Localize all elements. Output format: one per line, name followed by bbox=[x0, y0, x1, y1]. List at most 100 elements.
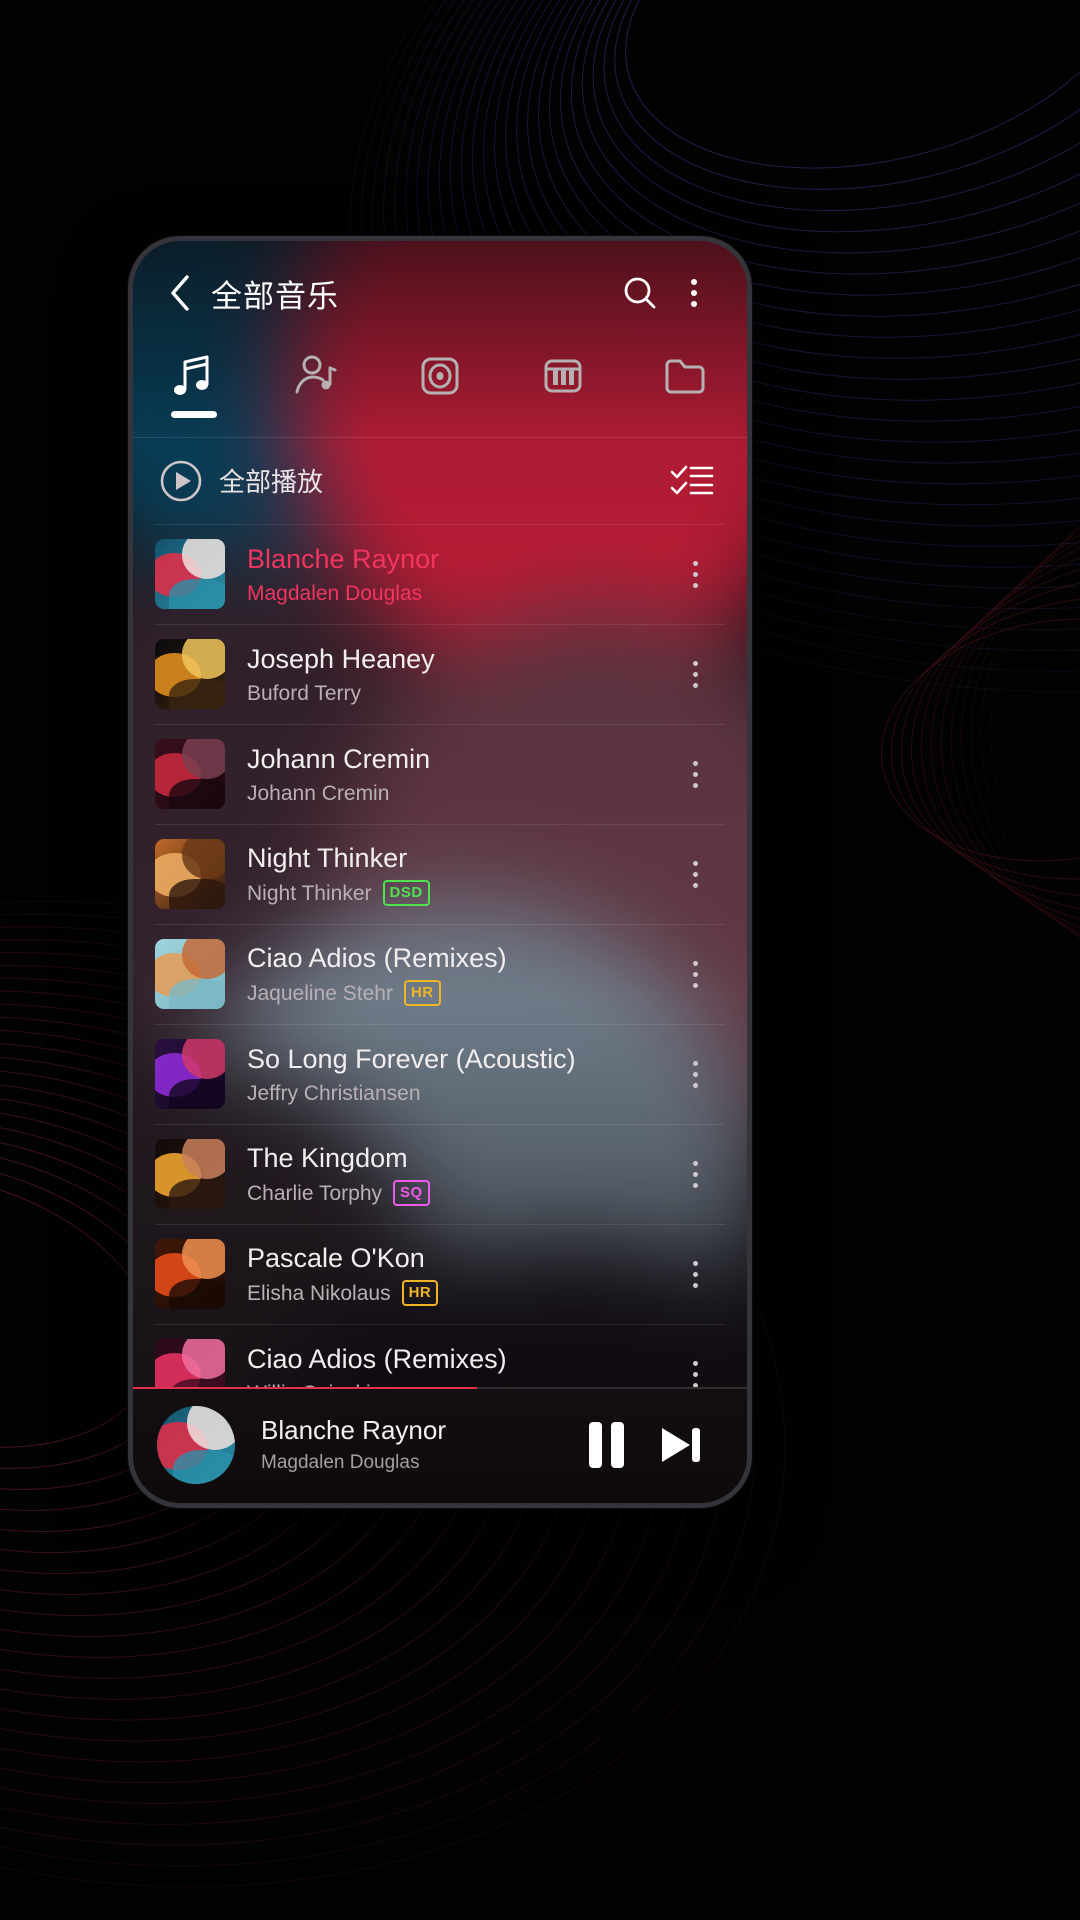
song-list-item[interactable]: Blanche Raynor Magdalen Douglas bbox=[133, 525, 747, 624]
artist-icon bbox=[295, 355, 337, 394]
song-meta: The Kingdom Charlie Torphy SQ bbox=[247, 1142, 669, 1207]
app-header: 全部音乐 bbox=[133, 241, 747, 345]
song-title: Johann Cremin bbox=[247, 743, 431, 774]
playback-progress-bar[interactable] bbox=[133, 1386, 747, 1389]
tab-artists[interactable] bbox=[256, 345, 379, 437]
next-track-button[interactable] bbox=[643, 1408, 717, 1482]
multiselect-button[interactable] bbox=[665, 454, 719, 508]
song-list-item[interactable]: So Long Forever (Acoustic) Jeffry Christ… bbox=[133, 1025, 747, 1124]
song-list-item[interactable]: Ciao Adios (Remixes) Jaqueline Stehr HR bbox=[133, 925, 747, 1024]
folder-icon bbox=[665, 359, 705, 394]
playback-progress-fill bbox=[133, 1386, 477, 1389]
quality-badge: SQ bbox=[393, 1180, 430, 1207]
mini-player[interactable]: Blanche Raynor Magdalen Douglas bbox=[133, 1386, 747, 1503]
song-title: Blanche Raynor bbox=[247, 543, 440, 574]
song-artist-row: Magdalen Douglas bbox=[247, 581, 669, 606]
song-artist: Jeffry Christiansen bbox=[247, 1081, 421, 1105]
play-circle-icon bbox=[160, 460, 202, 502]
song-artist: Buford Terry bbox=[247, 681, 361, 705]
song-meta: Ciao Adios (Remixes) Willis Osinski bbox=[247, 1343, 669, 1387]
mini-player-meta: Blanche Raynor Magdalen Douglas bbox=[261, 1415, 569, 1474]
song-list-item[interactable]: Night Thinker Night Thinker DSD bbox=[133, 825, 747, 924]
song-overflow-button[interactable] bbox=[669, 839, 721, 909]
back-button[interactable] bbox=[155, 268, 205, 318]
song-list-item[interactable]: Ciao Adios (Remixes) Willis Osinski bbox=[133, 1325, 747, 1387]
song-meta: Blanche Raynor Magdalen Douglas bbox=[247, 543, 669, 606]
song-list[interactable]: Blanche Raynor Magdalen Douglas Joseph H… bbox=[133, 525, 747, 1387]
song-meta: Johann Cremin Johann Cremin bbox=[247, 743, 669, 806]
song-title: Joseph Heaney bbox=[247, 643, 435, 674]
song-artist-row: Charlie Torphy SQ bbox=[247, 1180, 669, 1207]
song-title: Night Thinker bbox=[247, 843, 408, 874]
skip-next-icon bbox=[662, 1427, 700, 1462]
song-overflow-button[interactable] bbox=[669, 1139, 721, 1209]
song-artist-row: Elisha Nikolaus HR bbox=[247, 1280, 669, 1307]
song-meta: Ciao Adios (Remixes) Jaqueline Stehr HR bbox=[247, 942, 669, 1007]
song-artist: Elisha Nikolaus bbox=[247, 1281, 391, 1305]
phone-screen: 全部音乐 全部播放 Blanche Raynor Magdalen Dougla… bbox=[133, 241, 747, 1503]
song-meta: So Long Forever (Acoustic) Jeffry Christ… bbox=[247, 1043, 669, 1106]
music-note-icon bbox=[174, 355, 209, 395]
song-meta: Pascale O'Kon Elisha Nikolaus HR bbox=[247, 1242, 669, 1307]
mini-player-artist: Magdalen Douglas bbox=[261, 1452, 420, 1474]
song-overflow-button[interactable] bbox=[669, 539, 721, 609]
tab-folders[interactable] bbox=[624, 345, 747, 437]
album-art bbox=[155, 1139, 225, 1210]
play-all-row[interactable]: 全部播放 bbox=[133, 438, 747, 524]
album-disc-icon bbox=[421, 357, 459, 395]
checklist-icon bbox=[670, 465, 714, 495]
song-meta: Joseph Heaney Buford Terry bbox=[247, 643, 669, 706]
quality-badge: HR bbox=[403, 980, 441, 1007]
album-art bbox=[155, 739, 225, 810]
page-title: 全部音乐 bbox=[211, 278, 339, 314]
song-artist: Johann Cremin bbox=[247, 781, 390, 805]
mini-player-title: Blanche Raynor bbox=[261, 1415, 446, 1446]
song-overflow-button[interactable] bbox=[669, 939, 721, 1009]
album-art bbox=[155, 639, 225, 710]
song-artist-row: Jeffry Christiansen bbox=[247, 1081, 669, 1106]
song-overflow-button[interactable] bbox=[669, 639, 721, 709]
search-icon bbox=[624, 277, 656, 309]
song-overflow-button[interactable] bbox=[669, 1039, 721, 1109]
song-overflow-button[interactable] bbox=[669, 1239, 721, 1309]
song-artist: Magdalen Douglas bbox=[247, 581, 423, 605]
song-artist-row: Jaqueline Stehr HR bbox=[247, 980, 669, 1007]
pause-button[interactable] bbox=[569, 1408, 643, 1482]
album-art bbox=[155, 1239, 225, 1310]
play-all-label: 全部播放 bbox=[219, 467, 324, 498]
song-list-item[interactable]: The Kingdom Charlie Torphy SQ bbox=[133, 1125, 747, 1224]
piano-keys-icon bbox=[544, 359, 582, 393]
song-title: Ciao Adios (Remixes) bbox=[247, 943, 507, 974]
song-list-item[interactable]: Joseph Heaney Buford Terry bbox=[133, 625, 747, 724]
song-artist-row: Buford Terry bbox=[247, 681, 669, 706]
overflow-menu-button[interactable] bbox=[667, 266, 721, 320]
song-artist: Charlie Torphy bbox=[247, 1181, 383, 1205]
song-meta: Night Thinker Night Thinker DSD bbox=[247, 842, 669, 907]
album-art bbox=[155, 1039, 225, 1110]
song-artist: Jaqueline Stehr bbox=[247, 981, 393, 1005]
album-art bbox=[155, 539, 225, 610]
song-title: The Kingdom bbox=[247, 1143, 408, 1174]
song-overflow-button[interactable] bbox=[669, 1339, 721, 1387]
category-tab-bar bbox=[133, 345, 747, 437]
mini-player-album-art[interactable] bbox=[157, 1405, 235, 1484]
song-artist: Night Thinker bbox=[247, 881, 372, 905]
tab-active-indicator bbox=[663, 411, 709, 418]
album-art bbox=[155, 839, 225, 910]
quality-badge: DSD bbox=[382, 880, 430, 907]
song-list-item[interactable]: Johann Cremin Johann Cremin bbox=[133, 725, 747, 824]
quality-badge: HR bbox=[401, 1280, 439, 1307]
tab-songs[interactable] bbox=[133, 345, 256, 437]
search-button[interactable] bbox=[613, 266, 667, 320]
more-vertical-icon bbox=[691, 279, 697, 307]
tab-active-indicator bbox=[171, 411, 218, 418]
chevron-left-icon bbox=[171, 275, 189, 311]
tab-albums[interactable] bbox=[379, 345, 502, 437]
song-artist-row: Johann Cremin bbox=[247, 781, 669, 806]
song-overflow-button[interactable] bbox=[669, 739, 721, 809]
tab-active-indicator bbox=[540, 411, 586, 418]
song-list-item[interactable]: Pascale O'Kon Elisha Nikolaus HR bbox=[133, 1225, 747, 1324]
tab-genres[interactable] bbox=[501, 345, 624, 437]
tab-active-indicator bbox=[417, 411, 463, 418]
song-title: So Long Forever (Acoustic) bbox=[247, 1043, 576, 1074]
